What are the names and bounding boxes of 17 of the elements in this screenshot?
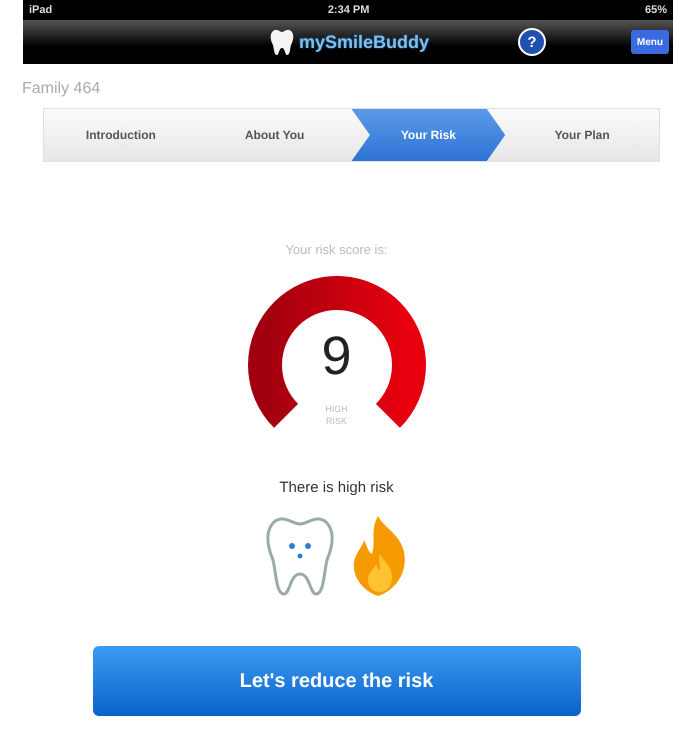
gauge-caption: HIGH bbox=[325, 403, 348, 415]
help-button[interactable]: ? bbox=[518, 28, 546, 56]
step-tab[interactable]: Your Plan bbox=[505, 109, 659, 161]
menu-button[interactable]: Menu bbox=[630, 30, 669, 54]
clock-time: 2:34 PM bbox=[328, 4, 370, 16]
reduce-risk-button[interactable]: Let's reduce the risk bbox=[92, 646, 580, 716]
risk-score: 9 bbox=[321, 326, 352, 386]
step-tab[interactable]: About You bbox=[198, 109, 352, 161]
device-name: iPad bbox=[29, 4, 52, 16]
score-label: Your risk score is: bbox=[285, 242, 388, 257]
family-name: Family 464 bbox=[22, 80, 100, 98]
battery-level: 65% bbox=[644, 4, 667, 16]
app-logo: mySmileBuddy bbox=[298, 32, 430, 52]
risk-message: There is high risk bbox=[279, 479, 394, 496]
step-tab[interactable]: Your Risk bbox=[352, 109, 506, 161]
step-tab[interactable]: Introduction bbox=[44, 109, 198, 161]
gauge-caption: RISK bbox=[326, 415, 347, 427]
